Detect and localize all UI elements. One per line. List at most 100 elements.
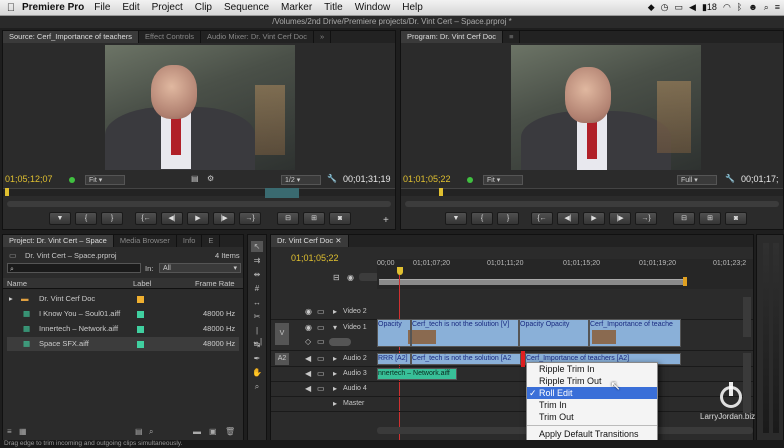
timeline-zoom-bar[interactable] <box>359 273 379 281</box>
lock-icon[interactable]: ▭ <box>317 369 325 378</box>
menu-ripple-trim-out[interactable]: Ripple Trim Out <box>527 375 657 387</box>
app-name-menu[interactable]: Premiere Pro <box>22 2 84 13</box>
list-icon[interactable]: ≡ <box>775 2 780 13</box>
tab-info[interactable]: Info <box>177 235 203 247</box>
clip-v1-opacity-2[interactable]: Opacity Opacity <box>519 319 589 347</box>
list-item[interactable]: ▸ ▬ Dr. Vint Cerf Doc <box>7 292 239 306</box>
lock-icon[interactable]: ▭ <box>317 323 325 332</box>
program-step-back-button[interactable]: ◀| <box>557 212 579 225</box>
tab-sequence[interactable]: Dr. Vint Cerf Doc ✕ <box>271 235 349 247</box>
program-extract-button[interactable]: ⊞ <box>699 212 721 225</box>
project-in-select[interactable]: All ▾ <box>159 263 241 273</box>
list-item[interactable]: ▦ I Know You – Soul01.aiff 48000 Hz <box>7 307 239 321</box>
source-mark-out-button[interactable]: } <box>101 212 123 225</box>
user-icon[interactable]: ☻ <box>748 2 757 13</box>
program-quality-select[interactable]: Full ▾ <box>677 175 717 185</box>
list-item[interactable]: ▦ Space SFX.aiff 48000 Hz <box>7 337 239 351</box>
source-marker-button[interactable]: ▼ <box>49 212 71 225</box>
speaker-icon[interactable]: ◀ <box>305 384 311 393</box>
rolling-edit-tool-icon[interactable]: # <box>251 283 263 294</box>
source-time-ruler[interactable] <box>3 188 395 196</box>
keyframe-nav-icon[interactable]: ◇ <box>305 337 311 346</box>
clip-rrr-audio[interactable]: RRR [A2] <box>377 353 411 365</box>
source-wrench-icon[interactable]: 🔧 <box>327 174 337 183</box>
program-video-frame[interactable] <box>511 45 701 170</box>
collapse-triangle-icon[interactable]: ▾ <box>333 323 337 332</box>
timeline-playhead-head[interactable] <box>397 267 403 275</box>
source-add-button[interactable]: + <box>383 215 389 226</box>
eye-icon[interactable]: ◉ <box>305 323 312 332</box>
clip-innertech-network[interactable]: nnertech – Network.aiff <box>377 368 457 380</box>
tab-program[interactable]: Program: Dr. Vint Cerf Doc <box>401 31 504 43</box>
track-select-tool-icon[interactable]: ⇉ <box>251 255 263 266</box>
selection-tool-icon[interactable]: ↖ <box>251 241 263 252</box>
list-item[interactable]: ▦ Innertech – Network.aiff 48000 Hz <box>7 322 239 336</box>
wifi-icon[interactable]: ◠ <box>723 2 731 13</box>
program-play-button[interactable]: ▶ <box>583 212 605 225</box>
tab-project[interactable]: Project: Dr. Vint Cert – Space <box>3 235 114 247</box>
source-playhead[interactable] <box>5 188 9 196</box>
lock-icon[interactable]: ▭ <box>317 384 325 393</box>
clip-cerf-importance-video[interactable]: Cerf_Importance of teache <box>589 319 681 347</box>
clip-cerf-tech-video[interactable]: Cerf_tech is not the solution [V] <box>411 319 519 347</box>
zoom-tool-icon[interactable]: ⌕ <box>251 381 263 392</box>
menu-marker[interactable]: Marker <box>281 2 312 13</box>
source-play-button[interactable]: ▶ <box>187 212 209 225</box>
program-timecode-in[interactable]: 01;01;05;22 <box>403 174 451 184</box>
menu-project[interactable]: Project <box>152 2 183 13</box>
source-mark-in-button[interactable]: { <box>75 212 97 225</box>
speaker-icon[interactable]: ◀ <box>305 369 311 378</box>
razor-tool-icon[interactable]: ✂ <box>251 311 263 322</box>
menu-window[interactable]: Window <box>355 2 391 13</box>
source-camera-button[interactable]: ◙ <box>329 212 351 225</box>
timeline-vertical-scrollbar-audio[interactable] <box>743 353 751 413</box>
source-insert-button[interactable]: ⊟ <box>277 212 299 225</box>
program-mark-out-button[interactable]: } <box>497 212 519 225</box>
rate-stretch-tool-icon[interactable]: ↔ <box>251 297 263 308</box>
lock-icon[interactable]: ▭ <box>317 307 325 316</box>
source-settings-icon[interactable]: ⚙ <box>207 174 214 183</box>
eye-icon[interactable]: ◉ <box>305 307 312 316</box>
project-search-input[interactable]: ⌕ <box>7 263 141 273</box>
tab-media-browser[interactable]: Media Browser <box>114 235 177 247</box>
program-step-forward-button[interactable]: |▶ <box>609 212 631 225</box>
spotlight-icon[interactable]: ⌕ <box>764 2 769 13</box>
menu-help[interactable]: Help <box>402 2 423 13</box>
timeline-ruler[interactable]: 00;00 01;01;07;20 01;01;11;20 01;01;15;2… <box>377 259 753 289</box>
menu-clip[interactable]: Clip <box>195 2 212 13</box>
source-inout-range[interactable] <box>265 188 299 198</box>
source-go-to-in-button[interactable]: {← <box>135 212 157 225</box>
tab-overflow[interactable]: » <box>314 31 332 43</box>
icon-view-icon[interactable]: ▦ <box>19 427 27 436</box>
speaker-icon[interactable]: ◀ <box>305 354 311 363</box>
time-machine-icon[interactable]: ◷ <box>661 2 669 13</box>
program-camera-button[interactable]: ◙ <box>725 212 747 225</box>
program-go-to-out-button[interactable]: →} <box>635 212 657 225</box>
dropbox-icon[interactable]: ◆ <box>648 2 655 13</box>
battery-badge[interactable]: ▮18 <box>702 2 717 13</box>
expand-triangle-icon[interactable]: ▸ <box>333 354 337 363</box>
tab-source[interactable]: Source: Cerf_Importance of teachers <box>3 31 139 43</box>
menu-file[interactable]: File <box>94 2 110 13</box>
program-go-to-in-button[interactable]: {← <box>531 212 553 225</box>
ripple-edit-tool-icon[interactable]: ⇹ <box>251 269 263 280</box>
clip-v1-opacity[interactable]: Opacity <box>377 319 411 347</box>
source-overwrite-button[interactable]: ⊞ <box>303 212 325 225</box>
trash-icon[interactable]: 🗑 <box>225 427 235 436</box>
display-style-icon[interactable]: ▭ <box>317 337 325 346</box>
menu-ripple-trim-in[interactable]: Ripple Trim In <box>527 363 657 375</box>
expand-triangle-icon[interactable]: ▸ <box>333 399 337 408</box>
snap-icon[interactable]: ⊟ <box>333 273 340 282</box>
program-time-ruler[interactable] <box>401 188 783 196</box>
expand-triangle-icon[interactable]: ▸ <box>333 384 337 393</box>
tab-effect-controls[interactable]: Effect Controls <box>139 31 202 43</box>
work-area-bar[interactable] <box>379 279 685 285</box>
list-view-icon[interactable]: ≡ <box>7 427 12 436</box>
menu-trim-in[interactable]: Trim In <box>527 399 657 411</box>
track-audio4[interactable]: ◀ ▭ ▸ Audio 4 <box>271 382 753 397</box>
source-fit-select[interactable]: Fit ▾ <box>85 175 125 185</box>
clip-cerf-tech-audio[interactable]: Cerf_tech is not the solution [A2 <box>411 353 521 365</box>
close-icon[interactable]: ✕ <box>335 236 341 245</box>
find-icon[interactable]: ⌕ <box>149 427 153 437</box>
source-video-frame[interactable] <box>105 45 295 170</box>
